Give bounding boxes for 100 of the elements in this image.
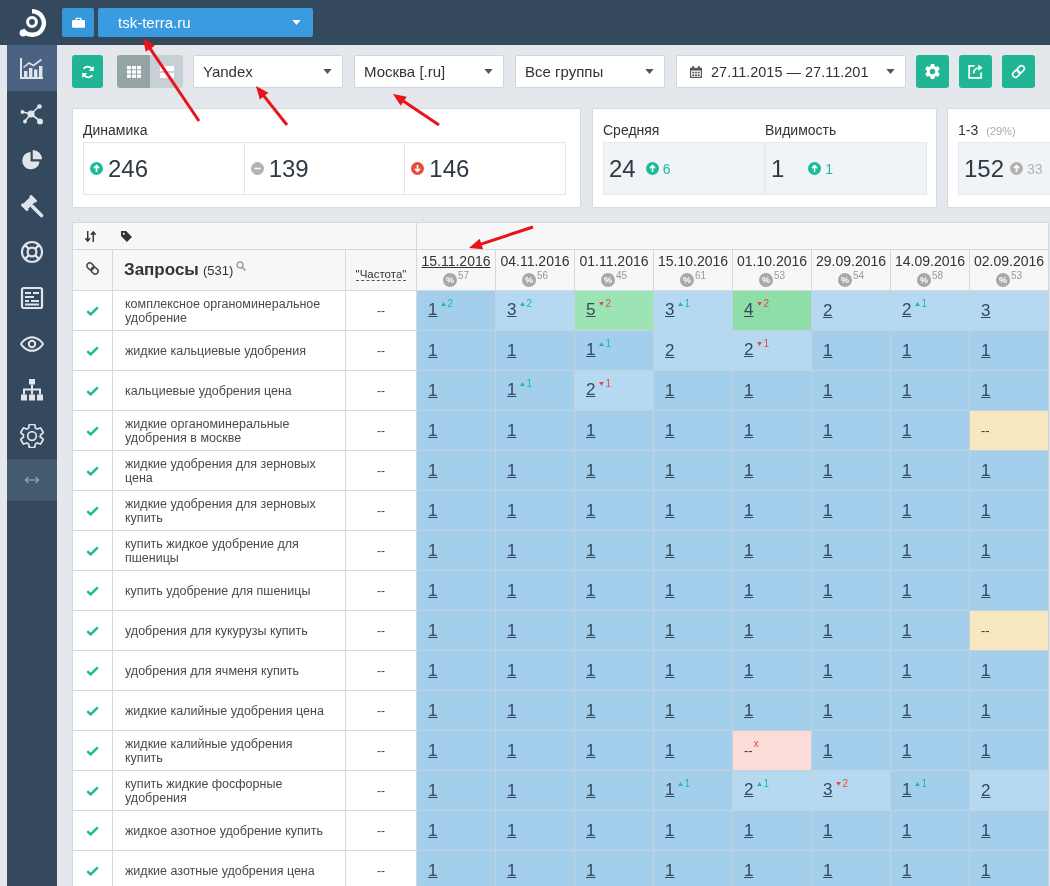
position-link[interactable]: 1: [665, 540, 675, 560]
position-link[interactable]: 1: [665, 740, 675, 760]
settings-button[interactable]: [916, 55, 949, 88]
position-link[interactable]: 1: [902, 660, 912, 680]
position-link[interactable]: 1: [428, 820, 438, 840]
position-link[interactable]: 1: [981, 380, 991, 400]
position-link[interactable]: 1: [823, 500, 833, 520]
position-link[interactable]: 1: [665, 460, 675, 480]
sidebar-item[interactable]: [7, 45, 57, 91]
position-link[interactable]: 1: [823, 700, 833, 720]
position-link[interactable]: 1: [428, 860, 438, 880]
position-link[interactable]: 1: [902, 540, 912, 560]
position-link[interactable]: 1: [665, 420, 675, 440]
filter-dropdown[interactable]: Москва [.ru]: [354, 55, 504, 88]
position-link[interactable]: 1: [981, 860, 991, 880]
position-link[interactable]: 1: [428, 780, 438, 800]
briefcase-button[interactable]: [62, 8, 94, 37]
position-link[interactable]: 1: [744, 820, 754, 840]
position-link[interactable]: 2: [981, 780, 991, 800]
position-link[interactable]: 1: [428, 420, 438, 440]
search-icon[interactable]: [236, 261, 247, 271]
position-link[interactable]: 1: [981, 580, 991, 600]
position-link[interactable]: 1: [981, 460, 991, 480]
position-link[interactable]: 1: [586, 500, 596, 520]
position-link[interactable]: 1: [586, 700, 596, 720]
position-link[interactable]: 3: [823, 779, 833, 799]
position-link[interactable]: 1: [823, 820, 833, 840]
position-link[interactable]: 1: [507, 420, 517, 440]
position-link[interactable]: 1: [507, 700, 517, 720]
position-link[interactable]: 1: [428, 500, 438, 520]
position-link[interactable]: 3: [507, 299, 517, 319]
filter-dropdown[interactable]: Yandex: [193, 55, 343, 88]
position-link[interactable]: 1: [428, 460, 438, 480]
position-link[interactable]: 1: [665, 779, 675, 799]
position-link[interactable]: 1: [586, 820, 596, 840]
position-link[interactable]: 1: [823, 860, 833, 880]
position-link[interactable]: 1: [823, 740, 833, 760]
position-link[interactable]: 1: [586, 460, 596, 480]
position-link[interactable]: 1: [981, 740, 991, 760]
position-link[interactable]: 1: [902, 420, 912, 440]
position-link[interactable]: 1: [586, 620, 596, 640]
position-link[interactable]: 1: [981, 820, 991, 840]
position-link[interactable]: 1: [586, 339, 596, 359]
position-link[interactable]: 1: [902, 700, 912, 720]
date-link[interactable]: 29.09.2016: [815, 253, 887, 269]
date-link[interactable]: 14.09.2016: [894, 253, 966, 269]
date-link[interactable]: 04.11.2016: [500, 253, 570, 269]
date-link[interactable]: 01.10.2016: [736, 253, 808, 269]
position-link[interactable]: 1: [665, 660, 675, 680]
position-link[interactable]: 1: [823, 540, 833, 560]
column-title[interactable]: "Частота": [355, 267, 407, 281]
position-link[interactable]: 1: [507, 780, 517, 800]
sort-icon[interactable]: [85, 231, 96, 243]
position-link[interactable]: 1: [823, 420, 833, 440]
position-link[interactable]: 1: [665, 380, 675, 400]
position-link[interactable]: 5: [586, 299, 596, 319]
position-link[interactable]: 1: [902, 580, 912, 600]
position-link[interactable]: 1: [902, 740, 912, 760]
position-link[interactable]: 1: [981, 540, 991, 560]
position-link[interactable]: 1: [744, 380, 754, 400]
position-link[interactable]: 1: [902, 779, 912, 799]
link-button[interactable]: [1002, 55, 1035, 88]
position-link[interactable]: 1: [902, 460, 912, 480]
position-link[interactable]: 1: [902, 500, 912, 520]
date-link[interactable]: 01.11.2016: [579, 253, 649, 269]
position-link[interactable]: 1: [665, 580, 675, 600]
position-link[interactable]: 1: [586, 540, 596, 560]
position-link[interactable]: 1: [428, 340, 438, 360]
position-link[interactable]: 1: [507, 540, 517, 560]
position-link[interactable]: 1: [823, 660, 833, 680]
position-link[interactable]: 1: [428, 740, 438, 760]
position-link[interactable]: 1: [981, 660, 991, 680]
position-link[interactable]: 1: [507, 860, 517, 880]
date-link[interactable]: 15.10.2016: [657, 253, 729, 269]
position-link[interactable]: 1: [744, 860, 754, 880]
position-link[interactable]: 1: [507, 620, 517, 640]
position-link[interactable]: 1: [507, 379, 517, 399]
position-link[interactable]: 1: [665, 500, 675, 520]
position-link[interactable]: 1: [744, 460, 754, 480]
position-link[interactable]: 1: [507, 820, 517, 840]
position-link[interactable]: 1: [981, 340, 991, 360]
position-link[interactable]: 2: [586, 379, 596, 399]
position-link[interactable]: 1: [428, 540, 438, 560]
position-link[interactable]: 1: [665, 820, 675, 840]
position-link[interactable]: 1: [823, 620, 833, 640]
position-link[interactable]: 1: [507, 460, 517, 480]
position-link[interactable]: 1: [744, 700, 754, 720]
position-link[interactable]: 3: [981, 300, 991, 320]
position-link[interactable]: 1: [586, 420, 596, 440]
refresh-button[interactable]: [72, 55, 103, 88]
position-link[interactable]: 1: [902, 620, 912, 640]
position-link[interactable]: 1: [744, 540, 754, 560]
position-link[interactable]: 1: [981, 700, 991, 720]
position-link[interactable]: 1: [981, 500, 991, 520]
position-link[interactable]: 1: [586, 660, 596, 680]
position-link[interactable]: 1: [507, 740, 517, 760]
position-link[interactable]: 1: [665, 620, 675, 640]
position-link[interactable]: 4: [744, 299, 754, 319]
position-link[interactable]: 1: [744, 500, 754, 520]
position-link[interactable]: 2: [823, 300, 833, 320]
